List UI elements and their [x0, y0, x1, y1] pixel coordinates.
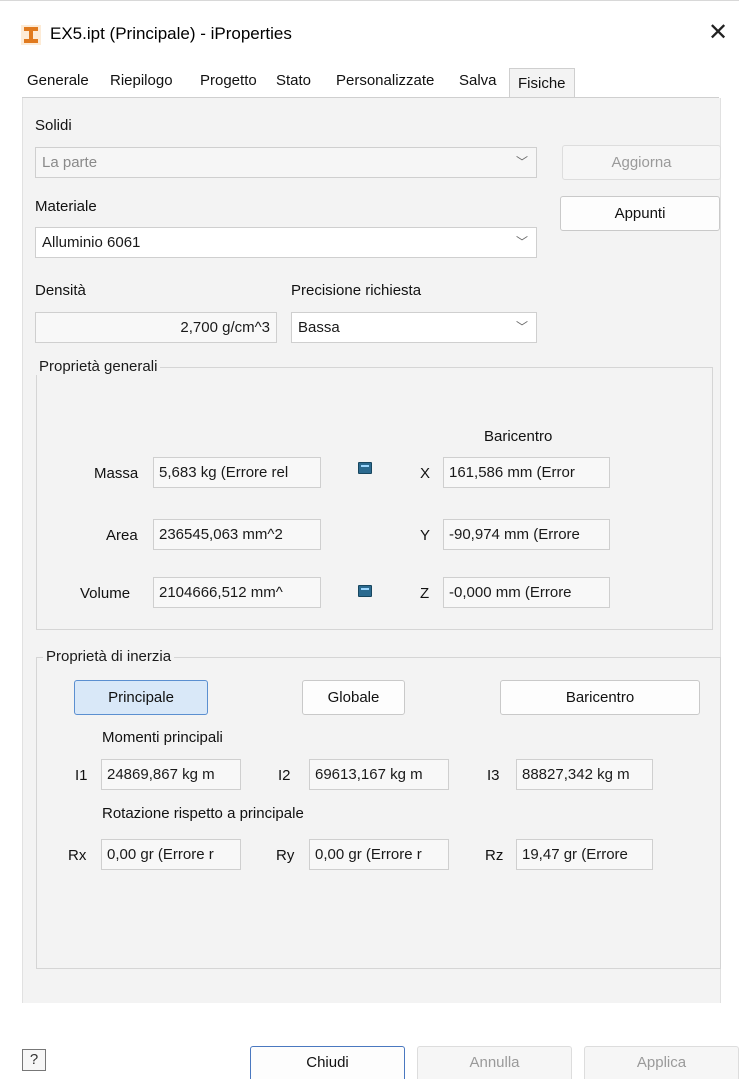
proprieta-generali-title: Proprietà generali: [36, 358, 161, 375]
materiale-select[interactable]: Alluminio 6061 ﹀: [35, 227, 537, 258]
materiale-label: Materiale: [35, 198, 97, 215]
volume-field[interactable]: 2104666,512 mm^: [153, 577, 321, 608]
chiudi-button[interactable]: Chiudi: [250, 1046, 405, 1079]
densita-label: Densità: [35, 282, 86, 299]
chevron-down-icon: ﹀: [515, 320, 528, 334]
ry-label: Ry: [276, 847, 295, 864]
massa-field[interactable]: 5,683 kg (Errore rel: [153, 457, 321, 488]
proprieta-inerzia-title: Proprietà di inerzia: [43, 648, 175, 665]
calculator-icon[interactable]: [358, 462, 372, 474]
principale-button[interactable]: Principale: [74, 680, 208, 715]
tab-personalizzate[interactable]: Personalizzate: [336, 72, 434, 96]
aggiorna-button[interactable]: Aggiorna: [562, 145, 721, 180]
momenti-principali-label: Momenti principali: [102, 729, 223, 746]
title-bar: EX5.ipt (Principale) - iProperties ✕: [0, 0, 739, 63]
tab-riepilogo[interactable]: Riepilogo: [110, 72, 173, 96]
x-label: X: [420, 465, 431, 482]
tab-strip: Generale Riepilogo Progetto Stato Person…: [22, 68, 719, 98]
tab-salva[interactable]: Salva: [459, 72, 497, 96]
applica-button[interactable]: Applica: [584, 1046, 739, 1079]
y-label: Y: [420, 527, 431, 544]
ry-field[interactable]: 0,00 gr (Errore r: [309, 839, 449, 870]
chevron-down-icon: ﹀: [515, 235, 528, 249]
rotazione-label: Rotazione rispetto a principale: [102, 805, 304, 822]
annulla-button[interactable]: Annulla: [417, 1046, 572, 1079]
precisione-select[interactable]: Bassa ﹀: [291, 312, 537, 343]
densita-field[interactable]: 2,700 g/cm^3: [35, 312, 277, 343]
z-label: Z: [420, 585, 430, 602]
calculator-icon[interactable]: [358, 585, 372, 597]
rz-field[interactable]: 19,47 gr (Errore: [516, 839, 653, 870]
tab-fisiche[interactable]: Fisiche: [509, 68, 575, 98]
area-label: Area: [106, 527, 138, 544]
solidi-select[interactable]: La parte ﹀: [35, 147, 537, 178]
tab-generale[interactable]: Generale: [27, 72, 89, 96]
volume-label: Volume: [80, 585, 131, 602]
i1-label: I1: [75, 767, 88, 784]
solidi-label: Solidi: [35, 117, 72, 134]
baricentro-label: Baricentro: [484, 428, 553, 445]
i2-label: I2: [278, 767, 291, 784]
area-field[interactable]: 236545,063 mm^2: [153, 519, 321, 550]
i3-label: I3: [487, 767, 500, 784]
rz-label: Rz: [485, 847, 504, 864]
proprieta-generali-group: [36, 367, 713, 630]
chevron-down-icon: ﹀: [515, 155, 528, 169]
baricentro-button[interactable]: Baricentro: [500, 680, 700, 715]
help-icon[interactable]: ?: [22, 1049, 46, 1071]
precisione-label: Precisione richiesta: [291, 282, 422, 299]
rx-field[interactable]: 0,00 gr (Errore r: [101, 839, 241, 870]
i2-field[interactable]: 69613,167 kg m: [309, 759, 449, 790]
baricentro-x-field[interactable]: 161,586 mm (Error: [443, 457, 610, 488]
massa-label: Massa: [94, 465, 139, 482]
tab-progetto[interactable]: Progetto: [200, 72, 257, 96]
i1-field[interactable]: 24869,867 kg m: [101, 759, 241, 790]
appunti-button[interactable]: Appunti: [560, 196, 720, 231]
solidi-value: La parte: [42, 154, 98, 171]
tab-stato[interactable]: Stato: [276, 72, 311, 96]
rx-label: Rx: [68, 847, 87, 864]
materiale-value: Alluminio 6061: [42, 234, 141, 251]
baricentro-y-field[interactable]: -90,974 mm (Errore: [443, 519, 610, 550]
i3-field[interactable]: 88827,342 kg m: [516, 759, 653, 790]
precisione-value: Bassa: [298, 319, 340, 336]
globale-button[interactable]: Globale: [302, 680, 405, 715]
baricentro-z-field[interactable]: -0,000 mm (Errore: [443, 577, 610, 608]
window-title: EX5.ipt (Principale) - iProperties: [50, 24, 292, 43]
inventor-app-icon: [21, 25, 41, 45]
close-icon[interactable]: ✕: [705, 20, 731, 46]
